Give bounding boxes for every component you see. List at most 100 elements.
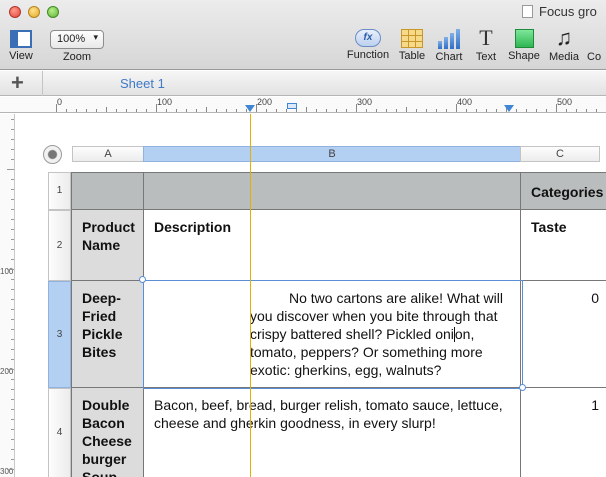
- ruler-tick: [126, 109, 127, 112]
- ruler-tick: [356, 104, 357, 112]
- taste-value: 0: [591, 290, 599, 306]
- column-header-c[interactable]: C: [520, 146, 600, 162]
- text-label: Text: [475, 51, 497, 63]
- zoom-value: 100%: [57, 33, 86, 45]
- ruler-tick: [326, 109, 327, 112]
- row-header-2[interactable]: 2: [48, 210, 71, 281]
- ruler-tick: [456, 104, 457, 112]
- function-label: Function: [346, 49, 390, 61]
- cell-c4[interactable]: 1: [521, 388, 606, 477]
- ruler-tick: [106, 107, 107, 112]
- minimize-window-button[interactable]: [28, 6, 40, 18]
- ruler-label: 200: [257, 97, 273, 107]
- music-note-icon: ♫: [555, 25, 573, 50]
- taste-value: 1: [591, 397, 599, 413]
- ruler-tick: [216, 109, 217, 112]
- shape-button[interactable]: Shape: [506, 29, 542, 62]
- ruler-tick: [376, 109, 377, 112]
- table-select-handle[interactable]: [43, 145, 62, 164]
- sheet-tab-bar: + Sheet 1: [0, 71, 606, 96]
- media-button[interactable]: ♫ Media: [546, 25, 582, 64]
- tab-divider: [42, 71, 43, 96]
- ruler-tick: [266, 109, 267, 112]
- vruler-tick: [11, 119, 14, 120]
- cell-c1[interactable]: Categories: [521, 172, 606, 210]
- left-indent-marker[interactable]: [245, 105, 255, 112]
- text-button[interactable]: T Text: [470, 25, 502, 64]
- ruler-tick: [256, 104, 257, 112]
- vruler-tick: [11, 339, 14, 340]
- cell-b1[interactable]: [144, 172, 521, 210]
- ruler-tick: [276, 109, 277, 112]
- selection-handle[interactable]: [139, 276, 146, 283]
- horizontal-ruler[interactable]: 0 100 200 300 400 500: [0, 97, 606, 113]
- vruler-tick: [11, 279, 14, 280]
- ruler-tick: [306, 107, 307, 112]
- cell-c3[interactable]: 0: [521, 281, 606, 388]
- vruler-tick: [11, 219, 14, 220]
- column-header-b[interactable]: B: [143, 146, 521, 162]
- shape-square-icon: [514, 29, 534, 48]
- ruler-tick: [96, 109, 97, 112]
- cell-a3[interactable]: Deep-Fried Pickle Bites: [71, 281, 144, 388]
- product-name: Double Bacon Cheese burger Soup: [82, 397, 132, 477]
- cell-a1[interactable]: [71, 172, 144, 210]
- vruler-tick: [7, 269, 14, 270]
- right-indent-marker[interactable]: [504, 105, 514, 112]
- vruler-tick: [11, 429, 14, 430]
- chevron-down-icon: ▾: [93, 32, 98, 42]
- function-fx-icon: fx: [355, 29, 381, 47]
- cell-a4[interactable]: Double Bacon Cheese burger Soup: [71, 388, 144, 477]
- zoom-select[interactable]: 100% ▾: [50, 30, 104, 49]
- vertical-ruler: 100 200 300: [0, 114, 15, 477]
- view-button[interactable]: View: [4, 30, 38, 62]
- selection-handle[interactable]: [519, 384, 526, 391]
- vruler-tick: [11, 209, 14, 210]
- vruler-tick: [11, 449, 14, 450]
- vruler-tick: [11, 349, 14, 350]
- ruler-tick: [226, 109, 227, 112]
- table-icon: [401, 29, 423, 48]
- first-line-indent-marker[interactable]: [287, 103, 297, 109]
- ruler-tick: [436, 109, 437, 112]
- zoom-control: 100% ▾ Zoom: [50, 30, 104, 63]
- comment-button[interactable]: Co: [587, 51, 606, 63]
- shape-label: Shape: [508, 50, 540, 62]
- close-window-button[interactable]: [9, 6, 21, 18]
- cell-a2[interactable]: Product Name: [71, 210, 144, 281]
- sheet-canvas[interactable]: A B C 1 2 3 4 Categories Product Name De…: [16, 114, 606, 477]
- table-button[interactable]: Table: [396, 29, 428, 62]
- tab-sheet-1[interactable]: Sheet 1: [120, 76, 165, 91]
- zoom-window-button[interactable]: [47, 6, 59, 18]
- text-t-icon: T: [479, 25, 493, 50]
- ruler-tick: [236, 109, 237, 112]
- cell-b4[interactable]: Bacon, beef, bread, burger relish, tomat…: [144, 388, 521, 477]
- vruler-tick: [11, 259, 14, 260]
- comment-label: Co: [587, 51, 602, 63]
- cell-b2[interactable]: Description: [144, 210, 521, 281]
- chart-button[interactable]: Chart: [432, 29, 466, 63]
- vruler-tick: [11, 359, 14, 360]
- vruler-tick: [11, 409, 14, 410]
- function-button[interactable]: fx Function: [345, 29, 391, 61]
- categories-header: Categories: [531, 184, 604, 200]
- add-sheet-icon[interactable]: +: [11, 71, 24, 95]
- vruler-tick: [11, 229, 14, 230]
- document-icon: [522, 5, 533, 18]
- column-header-a[interactable]: A: [72, 146, 144, 162]
- product-name: Deep-Fried Pickle Bites: [82, 290, 123, 360]
- ruler-tick: [526, 109, 527, 112]
- vruler-tick: [7, 169, 14, 170]
- ruler-tick: [156, 104, 157, 112]
- ruler-tick: [416, 109, 417, 112]
- ruler-tick: [336, 109, 337, 112]
- ruler-label: 300: [357, 97, 373, 107]
- ruler-label: 100: [157, 97, 173, 107]
- row-header-3[interactable]: 3: [48, 281, 71, 388]
- ruler-tick: [516, 109, 517, 112]
- row-header-4[interactable]: 4: [48, 388, 71, 477]
- row-header-1[interactable]: 1: [48, 172, 71, 210]
- cell-c2[interactable]: Taste: [521, 210, 606, 281]
- ruler-tick: [56, 104, 57, 112]
- alignment-guide: [250, 114, 251, 477]
